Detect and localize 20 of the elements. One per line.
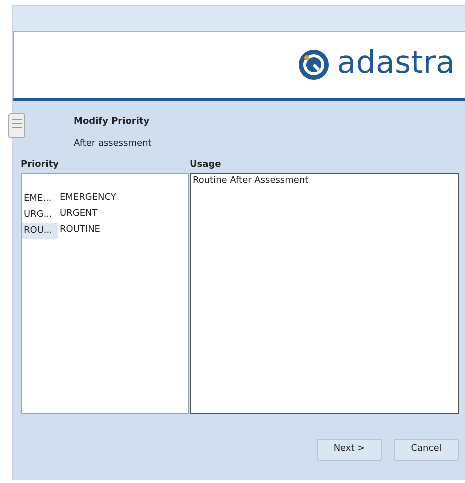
- priority-code: URG...: [23, 209, 54, 222]
- priority-code: EME...: [23, 193, 53, 206]
- priority-name: EMERGENCY: [59, 192, 116, 206]
- usage-heading: Usage: [190, 159, 222, 172]
- usage-box[interactable]: Routine After Assessment: [190, 173, 459, 414]
- priority-row[interactable]: EME... EMERGENCY: [22, 191, 188, 207]
- priority-row[interactable]: ROU... ROUTINE: [22, 223, 188, 239]
- priority-name: ROUTINE: [59, 224, 100, 238]
- step-title: Modify Priority: [74, 116, 151, 129]
- dialog-button[interactable]: Cancel: [394, 439, 459, 461]
- priority-code: ROU...: [22, 223, 58, 239]
- logo-text: adastra: [337, 48, 455, 82]
- priority-row[interactable]: URG... URGENT: [22, 207, 188, 223]
- priority-heading: Priority: [21, 159, 60, 172]
- priority-name: URGENT: [59, 208, 98, 222]
- document-icon: [8, 113, 26, 139]
- logo-icon: [297, 48, 332, 82]
- dialog-button[interactable]: Next >: [317, 439, 382, 461]
- usage-text: Routine After Assessment: [193, 176, 309, 186]
- step-subtitle: After assessment: [74, 138, 152, 150]
